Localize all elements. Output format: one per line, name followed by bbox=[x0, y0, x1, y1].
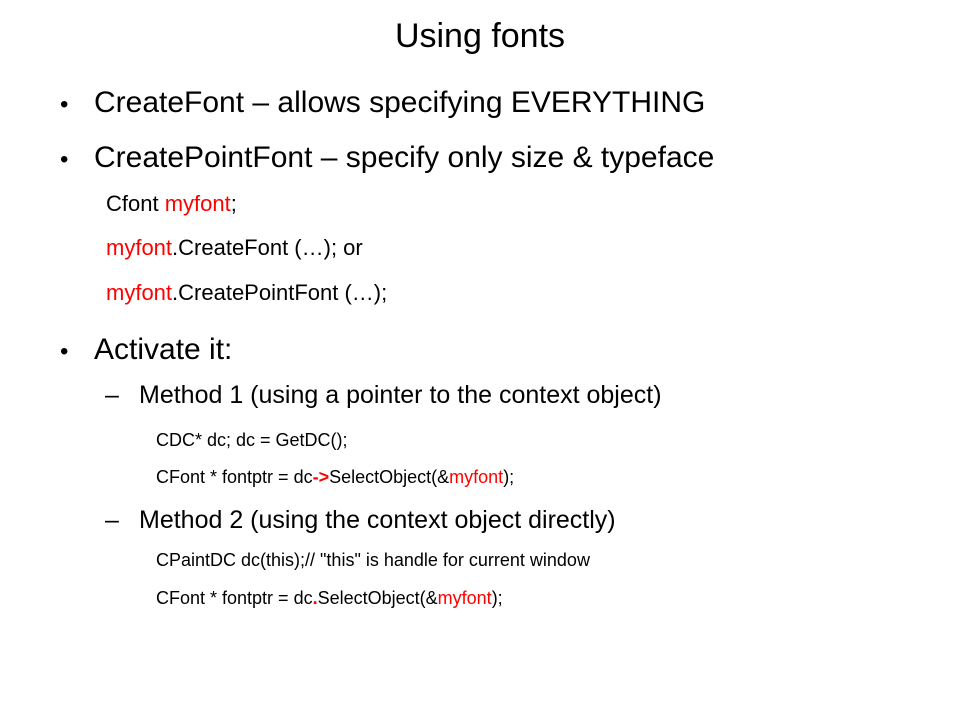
bullet-label: Activate it: bbox=[94, 333, 233, 366]
code-identifier-myfont: myfont bbox=[106, 280, 173, 305]
sub-bullet-method-2: – Method 2 (using the context object dire… bbox=[105, 503, 616, 537]
code-text: ); bbox=[503, 467, 515, 487]
bullet-label: CreateFont – allows specifying EVERYTHIN… bbox=[94, 86, 706, 119]
dash-icon: – bbox=[105, 381, 119, 409]
code-line-selectobject-pointer: CFont * fontptr = dc->SelectObject(&myfo… bbox=[156, 464, 514, 490]
bullet-createfont: • CreateFont – allows specifying EVERYTHI… bbox=[60, 83, 705, 125]
slide-title: Using fonts bbox=[394, 17, 566, 55]
code-identifier-myfont: myfont bbox=[449, 467, 504, 487]
code-text: .CreateFont (…); or bbox=[172, 235, 363, 260]
code-text: SelectObject(& bbox=[329, 467, 450, 487]
sub-bullet-label: Method 2 (using the context object direc… bbox=[139, 506, 616, 534]
dash-icon: – bbox=[105, 506, 119, 534]
bullet-activate: • Activate it: bbox=[60, 330, 232, 372]
code-text: CPaintDC dc(this);// "this" is handle fo… bbox=[156, 550, 590, 570]
code-line-cpaintdc: CPaintDC dc(this);// "this" is handle fo… bbox=[156, 547, 590, 573]
slide: Using fonts • CreateFont – allows specify… bbox=[0, 0, 960, 720]
bullet-icon: • bbox=[60, 91, 69, 118]
bullet-label: CreatePointFont – specify only size & ty… bbox=[94, 141, 715, 174]
code-text: .CreatePointFont (…); bbox=[172, 280, 388, 305]
code-text: SelectObject(& bbox=[317, 588, 438, 608]
code-text: ; bbox=[230, 191, 237, 216]
bullet-icon: • bbox=[60, 146, 69, 173]
code-identifier-myfont: myfont bbox=[164, 191, 231, 216]
code-line-getdc: CDC* dc; dc = GetDC(); bbox=[156, 427, 348, 453]
code-identifier-myfont: myfont bbox=[106, 235, 173, 260]
sub-bullet-method-1: – Method 1 (using a pointer to the contex… bbox=[105, 378, 662, 412]
code-text: CFont * fontptr = dc bbox=[156, 588, 313, 608]
bullet-icon: • bbox=[60, 338, 69, 365]
code-arrow-operator: -> bbox=[312, 467, 330, 487]
code-text: CDC* dc; dc = GetDC(); bbox=[156, 430, 348, 450]
bullet-createpointfont: • CreatePointFont – specify only size & t… bbox=[60, 138, 714, 180]
code-line-createpointfont-call: myfont.CreatePointFont (…); bbox=[106, 278, 387, 308]
code-identifier-myfont: myfont bbox=[437, 588, 492, 608]
code-text: Cfont bbox=[106, 191, 165, 216]
sub-bullet-label: Method 1 (using a pointer to the context… bbox=[139, 381, 662, 409]
code-line-createfont-call: myfont.CreateFont (…); or bbox=[106, 233, 363, 263]
code-text: ); bbox=[491, 588, 503, 608]
code-line-selectobject-direct: CFont * fontptr = dc.SelectObject(&myfon… bbox=[156, 585, 503, 611]
code-text: CFont * fontptr = dc bbox=[156, 467, 313, 487]
code-line-cfont-decl: Cfont myfont; bbox=[106, 189, 237, 219]
